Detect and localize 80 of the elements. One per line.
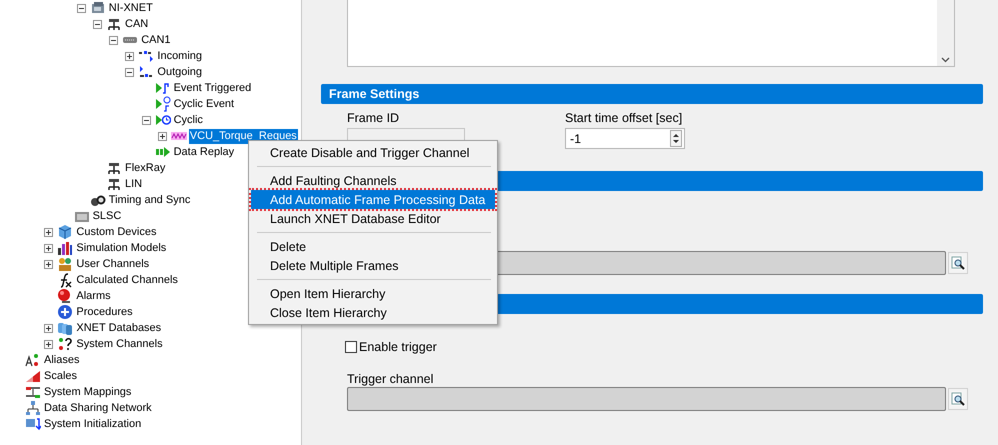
field-label: Trigger channel [347,372,434,386]
database-icon [57,320,74,336]
tree-item[interactable]: LIN [124,176,144,192]
tree-item[interactable]: VCU_Torque_Reques [188,128,298,144]
menu-item[interactable]: Close Item Hierarchy [251,303,495,322]
tree-item[interactable]: Calculated Channels [75,272,179,288]
spinner-icon[interactable] [670,130,682,147]
trigger-channel-field[interactable] [347,387,946,411]
tree-item[interactable]: CAN1 [140,32,172,48]
cube-icon [57,224,74,240]
ramp-icon [25,368,41,384]
device-icon [90,0,106,16]
checkbox-label: Enable trigger [359,340,437,354]
mapping-icon [25,384,41,400]
tree-item[interactable]: Alarms [75,288,112,304]
checkbox[interactable] [345,341,357,353]
tree-item[interactable]: CAN [124,16,150,32]
incoming-icon [138,48,154,64]
expand-icon[interactable] [158,132,167,140]
monitor-arrow-icon [25,416,41,432]
expand-icon[interactable] [44,244,54,252]
collapse-icon[interactable] [142,116,151,124]
tree-item[interactable]: System Mappings [43,384,132,400]
outgoing-icon [138,64,154,80]
tree-item[interactable]: Cyclic [172,112,204,128]
field-label: Frame ID [347,111,400,125]
tree-item[interactable]: Event Triggered [172,80,252,96]
tree-item[interactable]: Cyclic Event [172,96,236,112]
tree-item[interactable]: Scales [43,368,78,384]
bus-icon [106,160,122,176]
menu-item[interactable]: Delete Multiple Frames [251,256,495,275]
menu-item[interactable]: Delete [251,237,495,256]
tree-item[interactable]: NI-XNET [108,0,154,16]
menu-item[interactable]: Create Disable and Trigger Channel [251,143,495,162]
dots-icon [57,336,74,352]
bus-icon [106,176,122,192]
network-icon [25,400,41,416]
tree-item[interactable]: System Channels [75,336,164,352]
tree-item[interactable]: Data Sharing Network [43,400,153,416]
bus-icon [106,16,122,32]
tree-item[interactable]: Custom Devices [75,224,158,240]
tree-item[interactable]: Simulation Models [75,240,168,256]
expand-icon[interactable] [44,228,54,236]
menu-item[interactable]: Add Automatic Frame Processing Data [251,190,495,209]
expand-icon[interactable] [44,260,54,268]
play-clock-icon [154,96,171,112]
plus-circle-icon [57,304,74,320]
tree-item[interactable]: User Channels [75,256,150,272]
play-clock-icon [154,112,171,128]
expand-icon[interactable] [44,340,54,348]
people-icon [57,256,74,272]
tree-item[interactable]: System Initialization [43,416,142,432]
collapse-icon[interactable] [125,68,134,76]
browse-button[interactable] [948,252,968,274]
tree-item[interactable]: Timing and Sync [108,192,192,208]
tree-item[interactable]: SLSC [92,208,122,224]
field-label: Start time offset [sec] [565,111,684,125]
browse-button[interactable] [948,388,968,410]
tree-item[interactable]: Outgoing [156,64,204,80]
tree-item[interactable]: XNET Databases [75,320,162,336]
bar-chart-icon [57,240,74,256]
collapse-icon[interactable] [109,36,118,44]
play-pulse-icon [154,80,171,96]
tree-item[interactable]: Aliases [43,352,80,368]
alias-icon [25,352,41,368]
menu-item[interactable]: Add Faulting Channels [251,171,495,190]
expand-icon[interactable] [125,52,134,60]
numeric-field[interactable]: -1 [565,128,685,149]
tree-item[interactable]: Data Replay [172,144,236,160]
replay-icon [154,144,171,160]
menu-item[interactable]: Open Item Hierarchy [251,284,495,303]
section-header: Frame Settings [321,84,983,104]
tree-item[interactable]: Procedures [75,304,134,320]
tree-item[interactable]: FlexRay [124,160,166,176]
menu-item[interactable]: Launch XNET Database Editor [251,209,495,228]
expand-icon[interactable] [44,324,54,332]
tree-item[interactable]: Incoming [156,48,204,64]
collapse-icon[interactable] [76,4,86,12]
collapse-icon[interactable] [93,20,102,28]
chevron-down-icon[interactable] [941,57,950,63]
